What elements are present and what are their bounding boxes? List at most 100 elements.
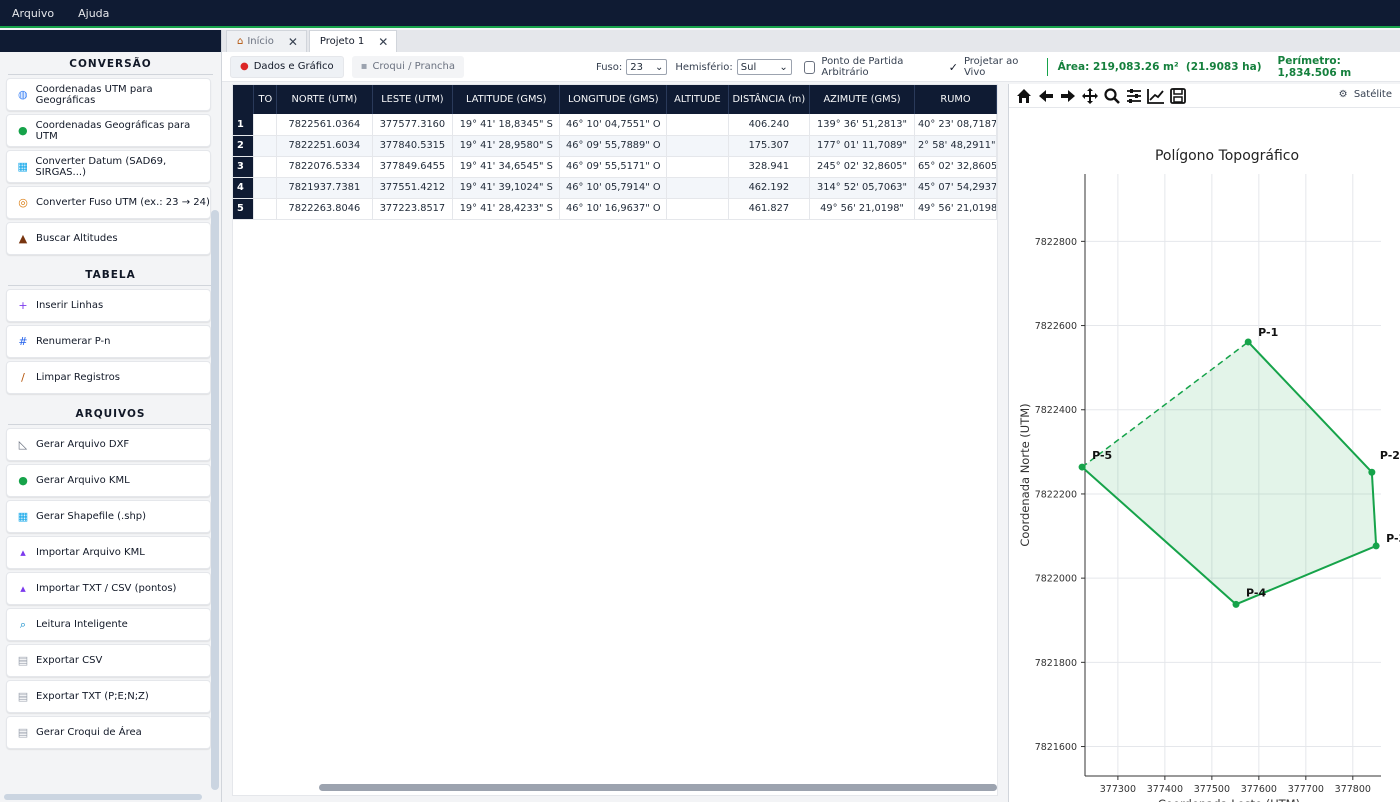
sidebar-button[interactable]: ⌕ Leitura Inteligente (6, 608, 211, 641)
sidebar-button[interactable]: # Renumerar P-n (6, 325, 211, 358)
table-cell[interactable]: 461.827 (728, 198, 811, 220)
table-cell[interactable] (253, 177, 278, 199)
column-header[interactable]: LESTE (UTM) (372, 85, 454, 114)
table-cell[interactable]: 377840.5315 (372, 135, 454, 157)
table-cell[interactable]: 377849.6455 (372, 156, 454, 178)
table-cell[interactable]: 7822076.5334 (276, 156, 373, 178)
table-cell[interactable]: 49° 56' 21,0198" (809, 198, 915, 220)
edit-curve-icon[interactable] (1145, 85, 1167, 107)
table-cell[interactable]: 19° 41' 28,4233" S (452, 198, 561, 220)
table-cell[interactable]: 139° 36' 51,2813" (809, 114, 915, 136)
table-cell[interactable] (666, 198, 729, 220)
table-cell[interactable]: 45° 07' 54,2937... (914, 177, 998, 199)
row-number[interactable]: 1 (233, 114, 255, 136)
table-cell[interactable]: 377223.8517 (372, 198, 454, 220)
row-number[interactable]: 4 (233, 177, 255, 199)
column-header[interactable]: ALTITUDE (666, 85, 729, 114)
sidebar-button[interactable]: + Inserir Linhas (6, 289, 211, 322)
back-arrow-icon[interactable] (1035, 85, 1057, 107)
table-cell[interactable]: 377577.3160 (372, 114, 454, 136)
sidebar-button[interactable]: ▴ Importar Arquivo KML (6, 536, 211, 569)
table-cell[interactable] (666, 156, 729, 178)
sidebar-button[interactable]: ▤ Exportar TXT (P;E;N;Z) (6, 680, 211, 713)
table-cell[interactable]: 377551.4212 (372, 177, 454, 199)
sidebar-button[interactable]: ▤ Gerar Croqui de Área (6, 716, 211, 749)
satellite-toggle[interactable]: ⚙ Satélite (1339, 89, 1392, 100)
table-cell[interactable]: 46° 10' 04,7551" O (559, 114, 668, 136)
forward-arrow-icon[interactable] (1057, 85, 1079, 107)
table-cell[interactable]: 7822263.8046 (276, 198, 373, 220)
table-cell[interactable]: 65° 02' 32,8605... (914, 156, 998, 178)
column-header[interactable]: AZIMUTE (GMS) (809, 85, 915, 114)
table-cell[interactable]: 46° 10' 05,7914" O (559, 177, 668, 199)
table-cell[interactable] (253, 198, 278, 220)
configure-icon[interactable] (1123, 85, 1145, 107)
table-cell[interactable]: 328.941 (728, 156, 811, 178)
table-cell[interactable]: 406.240 (728, 114, 811, 136)
table-row[interactable]: 5 7822263.8046 377223.8517 19° 41' 28,4233"… (233, 198, 998, 220)
column-header[interactable]: DISTÂNCIA (m) (728, 85, 811, 114)
row-number[interactable]: 2 (233, 135, 255, 157)
table-cell[interactable]: 2° 58' 48,2911" ... (914, 135, 998, 157)
table-cell[interactable]: 19° 41' 34,6545" S (452, 156, 561, 178)
sidebar-button[interactable]: ▦ Gerar Shapefile (.shp) (6, 500, 211, 533)
subtab-dados-grafico[interactable]: ● Dados e Gráfico (230, 55, 344, 78)
sidebar-button[interactable]: ▤ Exportar CSV (6, 644, 211, 677)
table-cell[interactable] (666, 135, 729, 157)
table-row[interactable]: 4 7821937.7381 377551.4212 19° 41' 39,1024"… (233, 177, 998, 199)
check-icon[interactable]: ✓ (949, 61, 958, 74)
tab-inicio[interactable]: ⌂ Início ✕ (226, 30, 307, 52)
column-header[interactable]: RUMO (914, 85, 998, 114)
sidebar-button[interactable]: ◍ Coordenadas UTM para Geográficas (6, 78, 211, 111)
sidebar-button[interactable]: ● Coordenadas Geográficas para UTM (6, 114, 211, 147)
table-cell[interactable] (253, 114, 278, 136)
close-icon[interactable]: ✕ (378, 35, 388, 49)
table-cell[interactable]: 19° 41' 28,9580" S (452, 135, 561, 157)
close-icon[interactable]: ✕ (288, 35, 298, 49)
table-cell[interactable] (253, 156, 278, 178)
table-cell[interactable]: 46° 10' 16,9637" O (559, 198, 668, 220)
table-cell[interactable] (666, 177, 729, 199)
table-cell[interactable]: 7822561.0364 (276, 114, 373, 136)
table-row[interactable]: 2 7822251.6034 377840.5315 19° 41' 28,9580"… (233, 135, 998, 157)
table-cell[interactable]: 49° 56' 21,0198... (914, 198, 998, 220)
table-cell[interactable]: 175.307 (728, 135, 811, 157)
polygon-chart[interactable]: Polígono Topográfico 377300 377400 377500 37… (1009, 108, 1400, 802)
table-cell[interactable]: 46° 09' 55,5171" O (559, 156, 668, 178)
column-header[interactable]: LONGITUDE (GMS) (559, 85, 668, 114)
zoom-icon[interactable] (1101, 85, 1123, 107)
fuso-select[interactable]: 23 ⌄ (626, 59, 668, 75)
sidebar-scrollbar[interactable] (211, 210, 219, 790)
sidebar-button[interactable]: ▴ Importar TXT / CSV (pontos) (6, 572, 211, 605)
menu-arquivo[interactable]: Arquivo (0, 7, 66, 20)
table-cell[interactable]: 314° 52' 05,7063" (809, 177, 915, 199)
sidebar-button[interactable]: ▦ Converter Datum (SAD69, SIRGAS...) (6, 150, 211, 183)
home-icon[interactable] (1013, 85, 1035, 107)
table-cell[interactable] (666, 114, 729, 136)
column-header[interactable]: NORTE (UTM) (276, 85, 373, 114)
save-icon[interactable] (1167, 85, 1189, 107)
table-cell[interactable]: 46° 09' 55,7889" O (559, 135, 668, 157)
sidebar-button[interactable]: / Limpar Registros (6, 361, 211, 394)
sidebar-button[interactable]: ◺ Gerar Arquivo DXF (6, 428, 211, 461)
row-number[interactable]: 5 (233, 198, 255, 220)
menu-ajuda[interactable]: Ajuda (66, 7, 121, 20)
table-horizontal-scrollbar[interactable] (319, 784, 997, 791)
table-cell[interactable] (253, 135, 278, 157)
subtab-croqui-prancha[interactable]: ▪ Croqui / Prancha (351, 55, 465, 78)
table-cell[interactable]: 245° 02' 32,8605" (809, 156, 915, 178)
table-cell[interactable]: 462.192 (728, 177, 811, 199)
column-header[interactable]: LATITUDE (GMS) (452, 85, 561, 114)
table-cell[interactable]: 19° 41' 39,1024" S (452, 177, 561, 199)
pan-icon[interactable] (1079, 85, 1101, 107)
table-cell[interactable]: 40° 23' 08,7187... (914, 114, 998, 136)
table-cell[interactable]: 7821937.7381 (276, 177, 373, 199)
tab-projeto-1[interactable]: Projeto 1 ✕ (308, 30, 398, 52)
table-row[interactable]: 3 7822076.5334 377849.6455 19° 41' 34,6545"… (233, 156, 998, 178)
sidebar-horizontal-scrollbar[interactable] (4, 794, 202, 800)
sidebar-button[interactable]: ▲ Buscar Altitudes (6, 222, 211, 255)
sidebar-button[interactable]: ● Gerar Arquivo KML (6, 464, 211, 497)
table-row[interactable]: 1 7822561.0364 377577.3160 19° 41' 18,8345"… (233, 114, 998, 136)
hemisferio-select[interactable]: Sul ⌄ (736, 59, 792, 75)
row-number[interactable]: 3 (233, 156, 255, 178)
